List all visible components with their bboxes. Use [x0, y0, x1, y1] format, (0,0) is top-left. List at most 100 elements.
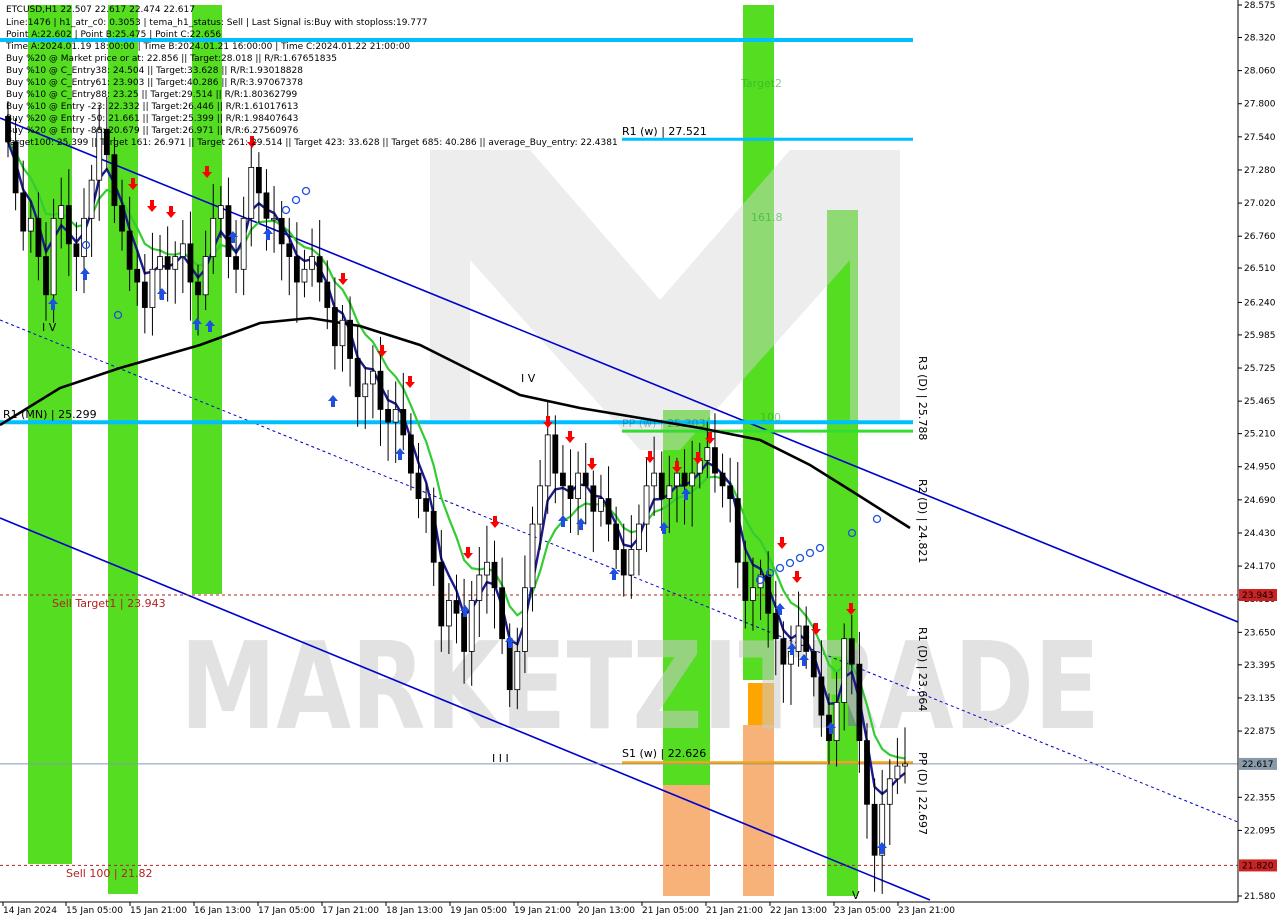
time-tick-label: 22 Jan 13:00: [770, 906, 827, 916]
candle-body: [613, 523, 620, 550]
candle-body: [430, 510, 437, 563]
candle-body: [58, 205, 65, 219]
price-tick-label: 25.725: [1244, 364, 1276, 374]
candle-body: [415, 472, 422, 499]
price-tick-label: 22.095: [1244, 826, 1276, 836]
candle-body: [217, 205, 224, 219]
candle-body: [552, 434, 559, 474]
info-line: Buy %10 @ Entry -23: 22.332 || Target:26…: [6, 102, 298, 112]
candle-body: [187, 243, 194, 283]
info-line: Line:1476 | h1_atr_c0: 0.3053 | tema_h1_…: [6, 18, 427, 28]
candle-body: [681, 472, 688, 487]
price-tick-label: 25.985: [1244, 331, 1276, 341]
time-tick-label: 15 Jan 05:00: [66, 906, 123, 916]
candle-body: [233, 256, 239, 270]
candle-body: [453, 600, 460, 614]
time-tick-label: 18 Jan 13:00: [386, 906, 443, 916]
candle-body: [12, 141, 19, 194]
candle-body: [628, 549, 635, 576]
candle-body: [179, 243, 186, 257]
candle-body: [438, 561, 445, 627]
candle-body: [377, 370, 384, 410]
price-chart[interactable]: MARKETZITRADE R1 (w) | 27.521 R1 (MN) | 2…: [0, 0, 1280, 920]
candle-body: [65, 205, 72, 245]
candle-body: [658, 472, 665, 499]
candle-body: [689, 472, 696, 487]
candle-body: [286, 243, 293, 257]
candle-body: [894, 765, 901, 780]
label-pp-w: PP (w) | 25.303: [622, 417, 706, 430]
candle-body: [316, 256, 323, 283]
candle-body: [126, 230, 133, 270]
price-tick-label: 26.240: [1244, 298, 1276, 308]
candle-body: [833, 701, 840, 742]
candle-body: [202, 256, 209, 296]
candle-body: [780, 638, 787, 665]
candle-body: [560, 472, 566, 487]
candle-body: [598, 498, 604, 512]
price-tick-label: 21.580: [1244, 892, 1276, 902]
price-tick-label: 24.950: [1244, 463, 1276, 473]
time-tick-label: 17 Jan 05:00: [258, 906, 315, 916]
time-tick-label: 23 Jan 21:00: [898, 906, 955, 916]
candle-body: [225, 205, 232, 257]
candle-body: [271, 217, 277, 221]
orange-zone-0: [663, 785, 710, 896]
candle-body: [445, 600, 452, 627]
zone-text-100: 100: [760, 411, 781, 424]
label-sell-100: Sell 100 | 21.82: [66, 867, 153, 880]
candle-body: [674, 472, 680, 487]
chart-container: MARKETZITRADE R1 (w) | 27.521 R1 (MN) | 2…: [0, 0, 1280, 920]
candle-body: [810, 651, 817, 678]
candle-body: [491, 561, 498, 589]
candle-body: [727, 485, 734, 499]
candle-body: [210, 217, 217, 257]
wave-label-1: I V: [42, 321, 57, 334]
time-tick-label: 15 Jan 21:00: [130, 906, 187, 916]
candle-body: [240, 217, 247, 270]
candle-body: [339, 319, 346, 347]
time-tick-label: 19 Jan 05:00: [450, 906, 507, 916]
candle-body: [20, 192, 27, 232]
wave-label-4: V: [852, 889, 860, 902]
candle-body: [848, 638, 855, 665]
price-tick-label: 28.320: [1244, 33, 1276, 43]
info-line: Buy %10 @ C_Entry38: 24.504 || Target:33…: [6, 66, 303, 76]
candle-body: [772, 612, 779, 640]
price-tick-label: 23.135: [1244, 694, 1276, 704]
candle-body: [620, 549, 627, 576]
zone-text-target2: Target2: [740, 77, 782, 90]
candle-body: [164, 256, 171, 270]
candle-body: [522, 587, 528, 652]
candle-body: [324, 281, 331, 308]
candle-body: [750, 587, 756, 601]
candle-body: [392, 409, 399, 423]
daily-pivot-label: PP (D) | 22.697: [916, 752, 929, 835]
candle-body: [734, 498, 741, 563]
price-tick-label: 25.210: [1244, 430, 1276, 440]
candle-body: [575, 472, 582, 499]
price-tick-label: 22.355: [1244, 793, 1276, 803]
candle-body: [27, 217, 34, 232]
candle-body: [347, 319, 353, 359]
info-line: Time A:2024.01.19 18:00:00 | Time B:2024…: [5, 42, 410, 52]
candle-body: [529, 523, 536, 589]
time-tick-label: 21 Jan 21:00: [706, 906, 763, 916]
candle-body: [499, 587, 506, 640]
candle-body: [605, 498, 612, 525]
candle-body: [544, 434, 551, 487]
candle-body: [567, 485, 574, 499]
price-tag-label: 23.943: [1242, 591, 1274, 601]
candle-body: [666, 485, 673, 499]
price-tick-label: 28.060: [1244, 67, 1276, 77]
time-tick-label: 23 Jan 05:00: [834, 906, 891, 916]
candle-body: [278, 217, 285, 245]
wave-label-3: I I I: [492, 752, 509, 765]
candle-body: [407, 434, 414, 474]
candle-body: [88, 179, 95, 219]
price-tick-label: 24.690: [1244, 496, 1276, 506]
daily-pivot-label: R3 (D) | 25.788: [916, 356, 929, 440]
candle-body: [172, 256, 179, 270]
price-tick-label: 24.430: [1244, 529, 1276, 539]
candle-body: [255, 167, 262, 194]
